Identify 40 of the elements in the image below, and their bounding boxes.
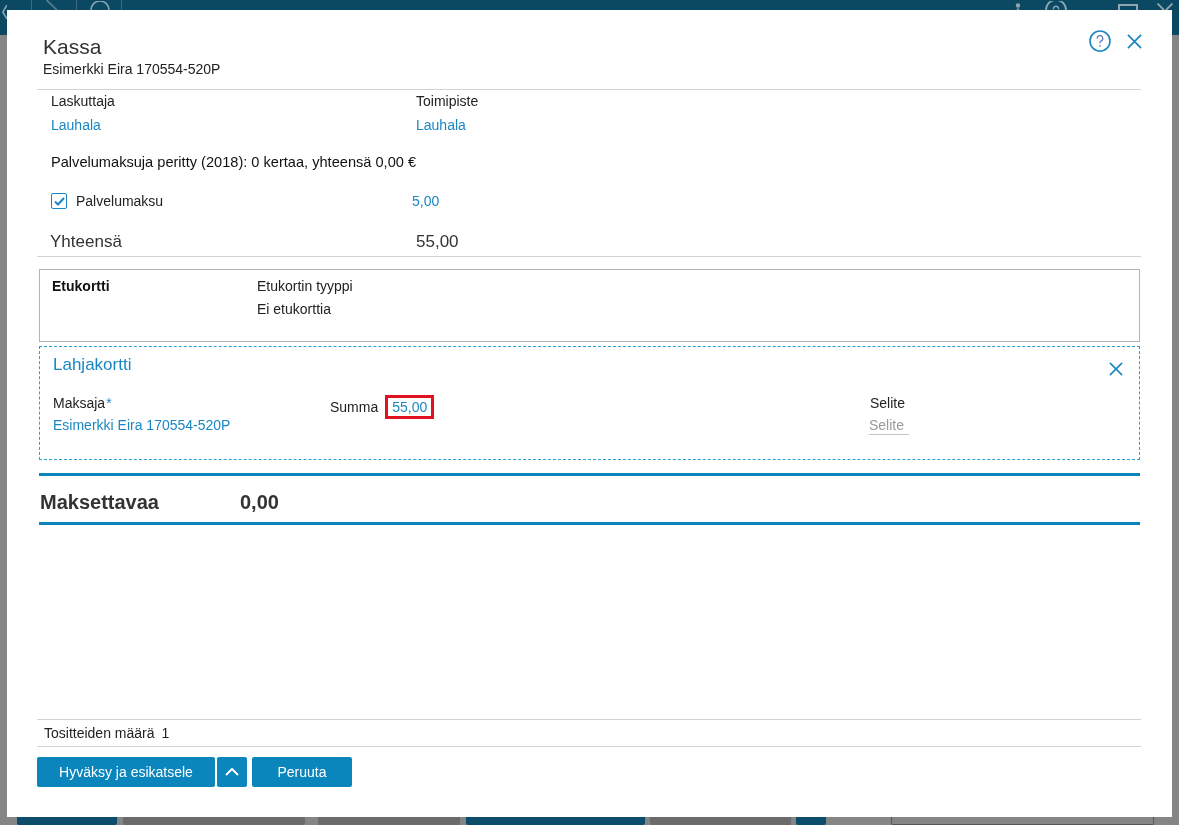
checkbox-label: Palvelumaksu [76,192,164,210]
total-label: Yhteensä [50,231,123,253]
field-label: Laskuttaja [51,92,115,110]
maximize-icon[interactable] [1118,4,1138,10]
close-icon[interactable] [1127,33,1142,49]
receipts-label: Tositteiden määrä [44,724,155,742]
fees-note: Palvelumaksuja peritty (2018): 0 kertaa, yhteensä 0,00 € [51,153,418,171]
amount-due-label: Maksettavaa [40,490,160,515]
check-icon [53,196,65,206]
total-amount: 55,00 [416,231,460,253]
field-label: Summa [330,398,379,416]
receipts-count: 1 [161,724,170,742]
field-value: Ei etukorttia [257,300,331,318]
checkbox[interactable] [51,193,67,209]
section-title: Etukortti [52,277,111,295]
field-label: Etukortin tyyppi [257,277,353,295]
accept-preview-button[interactable]: Hyväksy ja esikatsele [37,757,215,787]
refresh-icon[interactable] [89,1,111,10]
cancel-button[interactable]: Peruuta [252,757,352,787]
dialog-title: Kassa [43,34,103,60]
field-label: Toimipiste [416,92,479,110]
more-options-button[interactable] [217,757,247,787]
field-link[interactable]: Lauhala [51,116,101,134]
payer-link[interactable]: Esimerkki Eira 170554-520P [53,416,231,434]
dialog-subtitle: Esimerkki Eira 170554-520P [43,60,221,78]
field-label: Maksaja* [53,394,112,412]
help-icon[interactable] [1089,30,1111,52]
close-icon[interactable] [1157,3,1173,10]
field-link[interactable]: Lauhala [416,116,466,134]
help-icon[interactable] [1045,1,1067,10]
chevron-up-icon [225,768,239,776]
fee-amount-link[interactable]: 5,00 [412,193,440,209]
button-edge [796,817,826,825]
info-icon[interactable] [1015,3,1021,10]
amount-due-value: 0,00 [240,490,280,515]
sum-field[interactable]: 55,00 [385,395,435,419]
note-input[interactable]: Selite [869,416,909,435]
field-label: Selite [870,394,906,412]
remove-icon[interactable] [1109,362,1123,376]
section-title: Lahjakortti [53,354,132,376]
